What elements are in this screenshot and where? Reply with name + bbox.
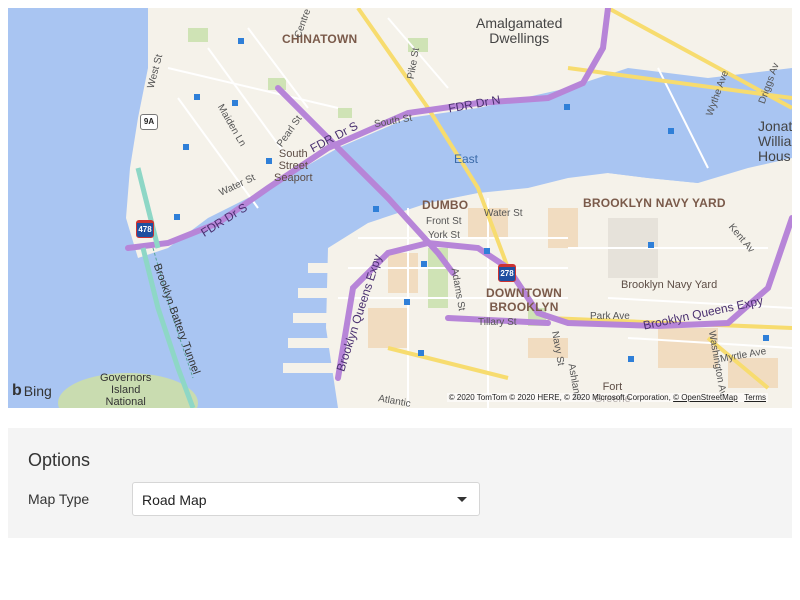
label-brooklyn-navy-yard: Brooklyn Navy Yard: [621, 279, 718, 291]
label-dumbo: DUMBO: [422, 198, 469, 212]
map-attribution: © 2020 TomTom © 2020 HERE, © 2020 Micros…: [446, 393, 768, 402]
route-9a-shield: 9A: [140, 114, 158, 130]
label-park-ave: Park Ave: [590, 311, 630, 322]
label-brooklyn-navy-yard-district: BROOKLYN NAVY YARD: [583, 196, 726, 210]
label-east-river: East: [454, 152, 479, 166]
label-front-st: Front St: [426, 216, 462, 227]
attribution-text: © 2020 TomTom © 2020 HERE, © 2020 Micros…: [448, 393, 671, 402]
label-amalgamated-dwellings: Amalgamated Dwellings: [476, 15, 563, 46]
interstate-278-shield: 278: [498, 264, 516, 282]
label-tillary-st: Tillary St: [478, 317, 517, 328]
map-type-select[interactable]: Road Map: [132, 482, 480, 516]
bing-logo-icon: b: [12, 382, 22, 399]
map-type-value: Road Map: [142, 492, 207, 508]
bing-logo: b Bing: [12, 382, 52, 400]
options-title: Options: [28, 450, 91, 470]
bing-logo-text: Bing: [23, 383, 52, 399]
label-governors-island: Governors Island National: [100, 372, 152, 408]
interstate-478-shield: 478: [136, 220, 154, 238]
map-view[interactable]: CHINATOWN Amalgamated Dwellings Jonat Wi…: [8, 8, 792, 408]
options-panel: Options Map Type Road Map: [8, 428, 792, 538]
label-jonat: Jonat Willia Hous: [758, 118, 792, 164]
label-south-street-seaport: South Street Seaport: [274, 148, 313, 184]
map-type-label: Map Type: [28, 491, 90, 507]
label-downtown-brooklyn: DOWNTOWN BROOKLYN: [486, 286, 563, 314]
chevron-down-icon: [457, 497, 467, 502]
terms-link[interactable]: Terms: [744, 393, 766, 402]
label-water-st-2: Water St: [484, 208, 523, 219]
label-york-st: York St: [428, 230, 460, 241]
openstreetmap-link[interactable]: © OpenStreetMap: [673, 393, 738, 402]
